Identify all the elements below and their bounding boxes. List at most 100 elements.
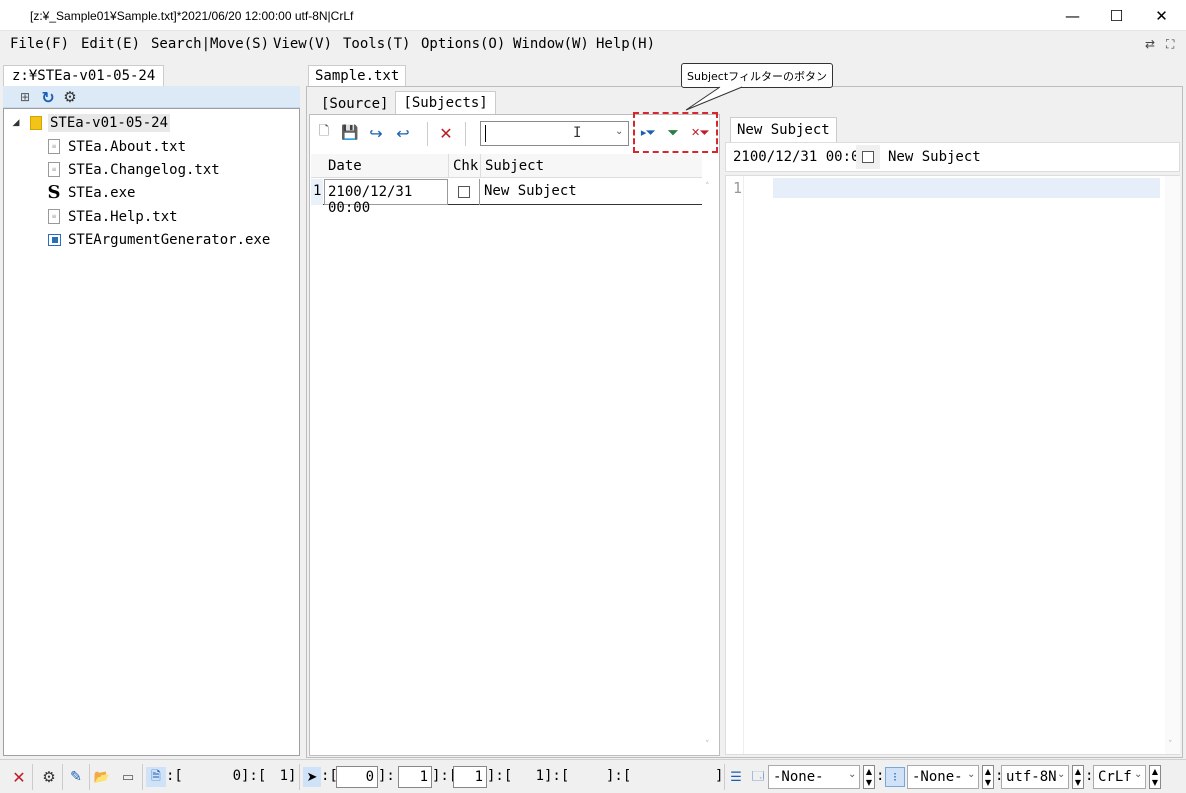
scroll-down-icon[interactable]: ˅ xyxy=(1168,740,1173,750)
encoding-value: utf-8N xyxy=(1006,769,1057,785)
tree-item[interactable]: S STEa.exe xyxy=(46,181,136,204)
gear-icon[interactable]: ⚙ xyxy=(39,767,59,787)
cell-date[interactable]: 2100/12/31 00:00 xyxy=(324,179,448,216)
format-icon[interactable]: ☰ xyxy=(727,767,745,787)
column-divider xyxy=(448,154,449,178)
tab-source[interactable]: [Source] xyxy=(316,94,394,114)
new-subject-icon[interactable]: 🗋 xyxy=(316,124,332,141)
tab-subjects[interactable]: [Subjects] xyxy=(395,91,496,114)
scroll-down-icon[interactable]: ˅ xyxy=(705,740,710,750)
cell-chk[interactable] xyxy=(449,179,480,205)
subject-title-field[interactable]: New Subject xyxy=(888,149,981,165)
fullscreen-icon[interactable]: ⛶ xyxy=(1166,37,1174,52)
menu-view[interactable]: View(V) xyxy=(273,36,332,52)
divider xyxy=(724,764,725,790)
close-document-icon[interactable]: ✕ xyxy=(9,767,29,787)
collapse-icon[interactable]: ◢ xyxy=(10,118,22,128)
text-editor[interactable]: 1 ˅ xyxy=(725,175,1180,755)
sb-cursor-close: ] xyxy=(715,768,724,784)
undo-icon[interactable]: ↩ xyxy=(394,124,412,143)
subject-date-field[interactable]: 2100/12/31 00:00 xyxy=(733,149,868,165)
explorer-tab[interactable]: z:¥STEa-v01-05-24 xyxy=(3,65,165,86)
column-subject[interactable]: Subject xyxy=(485,158,544,174)
table-row[interactable]: 1 2100/12/31 00:00 New Subject xyxy=(311,179,702,216)
tree-item-label: STEa.exe xyxy=(68,184,136,201)
spin-up-icon[interactable]: ▲ xyxy=(1152,766,1158,777)
terminal-icon[interactable]: ▭ xyxy=(119,767,137,787)
list-icon[interactable]: ⁝ xyxy=(885,767,905,787)
document-tab[interactable]: Sample.txt xyxy=(308,65,407,86)
tree-item[interactable]: ≡ STEa.Changelog.txt xyxy=(48,158,220,181)
menu-search[interactable]: Search|Move(S) xyxy=(151,36,269,52)
refresh-icon[interactable]: ↻ xyxy=(39,88,57,107)
close-button[interactable]: ✕ xyxy=(1139,0,1184,31)
subjects-panel xyxy=(309,114,720,756)
indent-spinner[interactable]: ▲ ▼ xyxy=(982,765,994,789)
syntax-icon[interactable]: 🗔 xyxy=(749,767,767,787)
tree-item-label: STEa.Changelog.txt xyxy=(68,161,220,178)
text-file-icon: ≡ xyxy=(48,209,60,224)
syntax-combo[interactable]: -None- ⌄ xyxy=(768,765,860,789)
scroll-up-icon[interactable]: ˄ xyxy=(705,182,710,192)
pencil-icon[interactable]: ✎ xyxy=(66,767,86,787)
spin-down-icon[interactable]: ▼ xyxy=(1075,777,1081,788)
callout: Subjectフィルターのボタン xyxy=(681,63,833,88)
indent-combo[interactable]: -None- ⌄ xyxy=(907,765,979,789)
cursor-field-3[interactable]: 1 xyxy=(453,766,487,788)
spin-down-icon[interactable]: ▼ xyxy=(1152,777,1158,788)
menu-edit[interactable]: Edit(E) xyxy=(81,36,140,52)
spin-up-icon[interactable]: ▲ xyxy=(985,766,991,777)
spin-down-icon[interactable]: ▼ xyxy=(985,777,991,788)
minimize-button[interactable]: — xyxy=(1050,0,1095,31)
filter-icon[interactable]: ⏷ xyxy=(664,124,682,142)
cursor-field-1[interactable]: 0 xyxy=(336,766,378,788)
menu-tools[interactable]: Tools(T) xyxy=(343,36,410,52)
syntax-spinner[interactable]: ▲ ▼ xyxy=(863,765,875,789)
subject-editor-tab[interactable]: New Subject xyxy=(730,117,837,142)
subject-checkbox-cell[interactable] xyxy=(856,145,880,169)
save-icon[interactable]: 💾 xyxy=(341,125,358,141)
menu-bar: File(F) Edit(E) Search|Move(S) View(V) T… xyxy=(0,31,1186,57)
document-lock-icon[interactable]: 🗎 xyxy=(146,767,166,787)
line-number: 1 xyxy=(733,179,743,197)
tree-item[interactable]: ≡ STEa.Help.txt xyxy=(48,205,178,228)
pointer-icon[interactable]: ➤ xyxy=(303,767,321,787)
menu-file[interactable]: File(F) xyxy=(10,36,69,52)
chevron-down-icon[interactable]: ⌄ xyxy=(615,126,623,137)
column-date[interactable]: Date xyxy=(328,158,362,174)
spin-up-icon[interactable]: ▲ xyxy=(1075,766,1081,777)
title-bar: [z:¥_Sample01¥Sample.txt]*2021/06/20 12:… xyxy=(0,0,1186,31)
folder-open-icon[interactable]: 📂 xyxy=(93,767,111,787)
toolbar-divider xyxy=(427,122,428,146)
cursor-field-2[interactable]: 1 xyxy=(398,766,432,788)
chevron-down-icon: ⌄ xyxy=(967,769,976,780)
spin-down-icon[interactable]: ▼ xyxy=(866,777,872,788)
tree-item[interactable]: ≡ STEa.About.txt xyxy=(48,135,186,158)
delete-icon[interactable]: ✕ xyxy=(437,124,455,143)
editor-scrollbar[interactable] xyxy=(1165,176,1180,754)
column-chk[interactable]: Chk xyxy=(453,158,478,174)
tree-item[interactable]: STEArgumentGenerator.exe xyxy=(48,228,270,251)
menu-help[interactable]: Help(H) xyxy=(596,36,655,52)
encoding-combo[interactable]: utf-8N ⌄ xyxy=(1001,765,1069,789)
tree-root[interactable]: ◢ STEa-v01-05-24 xyxy=(10,111,210,134)
checkbox[interactable] xyxy=(458,186,470,198)
eol-combo[interactable]: CrLf ⌄ xyxy=(1093,765,1146,789)
filter-clear-icon[interactable]: ✕⏷ xyxy=(690,124,710,142)
filter-input[interactable]: I ⌄ xyxy=(480,121,629,146)
gear-icon[interactable]: ⚙ xyxy=(61,88,79,106)
menu-window[interactable]: Window(W) xyxy=(513,36,589,52)
filter-apply-icon[interactable]: ▸⏷ xyxy=(639,124,657,142)
cell-subject[interactable]: New Subject xyxy=(484,183,577,199)
menu-options[interactable]: Options(O) xyxy=(421,36,505,52)
spin-up-icon[interactable]: ▲ xyxy=(866,766,872,777)
sb-pos-close: ] xyxy=(288,768,297,784)
divider xyxy=(62,764,63,790)
maximize-button[interactable]: ☐ xyxy=(1094,0,1139,31)
tree-view-icon[interactable]: ⊞ xyxy=(17,89,33,105)
eol-spinner[interactable]: ▲ ▼ xyxy=(1149,765,1161,789)
encoding-spinner[interactable]: ▲ ▼ xyxy=(1072,765,1084,789)
checkbox[interactable] xyxy=(862,151,874,163)
redo-icon[interactable]: ↪ xyxy=(367,124,385,143)
restore-mdi-icon[interactable]: ⇄ xyxy=(1145,37,1155,51)
